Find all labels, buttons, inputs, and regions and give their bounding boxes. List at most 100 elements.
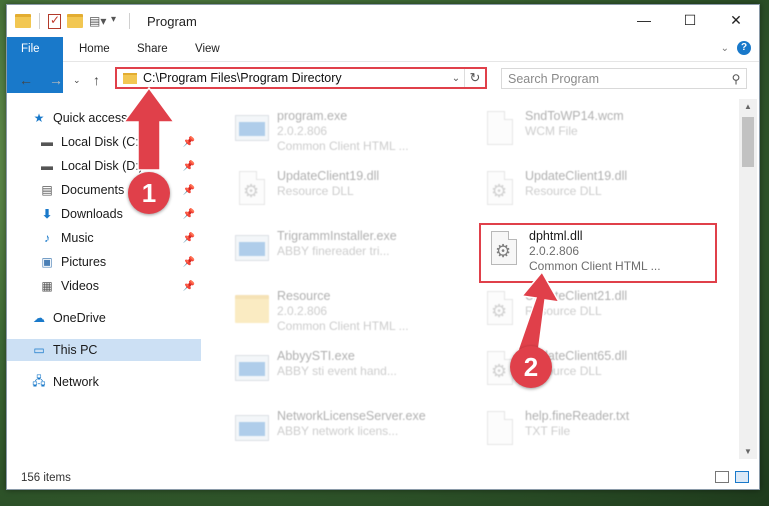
file-detail: TXT File — [525, 424, 571, 438]
sidebar-item-label: Videos — [61, 279, 99, 293]
sidebar-item-pictures[interactable]: ▣ Pictures 📌 — [7, 251, 201, 273]
sidebar-item-music[interactable]: ♪ Music 📌 — [7, 227, 201, 249]
close-button[interactable]: ✕ — [713, 5, 759, 35]
file-item[interactable]: Resource 2.0.2.806 Common Client HTML ..… — [235, 289, 475, 345]
refresh-icon[interactable]: ↻ — [464, 69, 485, 87]
scroll-up-icon[interactable]: ▲ — [739, 102, 757, 111]
pin-icon[interactable]: 📌 — [183, 233, 195, 244]
sidebar-item-onedrive[interactable]: ☁ OneDrive — [7, 307, 201, 329]
expand-ribbon-icon[interactable]: ⌄ — [721, 43, 729, 54]
customize-toolbar-icon[interactable]: ▾ — [111, 14, 121, 28]
search-box[interactable]: ⚲ — [501, 68, 747, 89]
file-detail: Resource DLL — [277, 184, 354, 198]
file-item[interactable]: SndToWP14.wcm WCM File — [483, 109, 723, 165]
large-icons-view-icon[interactable] — [735, 471, 749, 483]
file-item[interactable]: help.fineReader.txt TXT File — [483, 409, 723, 459]
file-item[interactable]: ⚙ UpdateClient19.dll Resource DLL — [483, 169, 723, 225]
new-folder-icon[interactable] — [67, 14, 83, 28]
file-name: UpdateClient19.dll — [525, 169, 628, 183]
sidebar-item-downloads[interactable]: ⬇ Downloads 📌 — [7, 203, 201, 225]
scrollbar-thumb[interactable] — [742, 117, 754, 167]
status-bar: 156 items — [7, 467, 759, 489]
document-icon — [483, 409, 517, 453]
file-item[interactable]: program.exe 2.0.2.806 Common Client HTML… — [235, 109, 475, 165]
file-item[interactable]: TrigrammInstaller.exe ABBY finereader tr… — [235, 229, 475, 285]
file-name: SndToWP14.wcm — [525, 109, 624, 123]
sidebar-item-label: OneDrive — [53, 311, 106, 325]
search-icon[interactable]: ⚲ — [726, 72, 746, 86]
app-icon — [235, 229, 269, 273]
pin-icon[interactable]: 📌 — [183, 185, 195, 196]
file-item[interactable]: NetworkLicenseServer.exe ABBY network li… — [235, 409, 475, 459]
up-arrow-icon[interactable]: ↑ — [93, 72, 100, 88]
step-1-badge: 1 — [128, 172, 170, 214]
file-name: program.exe — [277, 109, 348, 123]
folder-icon — [235, 289, 269, 333]
file-detail: Common Client HTML ... — [277, 139, 409, 153]
sidebar-item-this-pc[interactable]: ▭ This PC — [7, 339, 201, 361]
quick-access-toolbar: ▤▾ ▾ — [15, 13, 132, 29]
view-options-icon[interactable]: ▤▾ — [89, 14, 106, 28]
pin-icon[interactable]: 📌 — [183, 161, 195, 172]
pictures-icon: ▣ — [41, 255, 53, 269]
window-title: Program — [147, 14, 197, 29]
sidebar-item-network[interactable]: 🖧 Network — [7, 371, 201, 393]
recent-locations-icon[interactable]: ⌄ — [73, 75, 81, 86]
folder-icon[interactable] — [15, 14, 31, 28]
forward-arrow-icon[interactable]: → — [49, 72, 63, 88]
tab-share[interactable]: Share — [123, 37, 182, 61]
file-detail: ABBY network licens... — [277, 424, 399, 438]
star-icon: ★ — [33, 111, 45, 125]
tab-home[interactable]: Home — [65, 37, 124, 61]
network-icon: 🖧 — [32, 373, 46, 388]
maximize-button[interactable]: ☐ — [667, 5, 713, 35]
ribbon-tabs: File Home Share View ⌄ ? — [7, 37, 759, 93]
pin-icon[interactable]: 📌 — [183, 209, 195, 220]
download-icon: ⬇ — [41, 207, 53, 221]
details-view-icon[interactable] — [715, 471, 729, 483]
help-icon[interactable]: ? — [737, 41, 751, 55]
pin-icon[interactable]: 📌 — [183, 281, 195, 292]
tab-view[interactable]: View — [181, 37, 234, 61]
videos-icon: ▦ — [41, 279, 53, 293]
file-name: help.fineReader.txt — [525, 409, 630, 423]
sidebar-item-documents[interactable]: ▤ Documents 📌 — [7, 179, 201, 201]
sidebar-item-local-disk-d[interactable]: ▬ Local Disk (D:) 📌 — [7, 155, 201, 177]
minimize-button[interactable]: — — [621, 5, 667, 35]
properties-icon[interactable] — [48, 13, 61, 29]
file-name: UpdateClient21.dll — [525, 289, 628, 303]
pin-icon[interactable]: 📌 — [183, 137, 195, 148]
sidebar-item-label: Documents — [61, 183, 125, 197]
music-icon: ♪ — [44, 231, 50, 245]
sidebar-item-videos[interactable]: ▦ Videos 📌 — [7, 275, 201, 297]
file-detail: Resource DLL — [525, 184, 602, 198]
documents-icon: ▤ — [41, 183, 53, 197]
sidebar-item-label: Local Disk (C:) — [61, 135, 143, 149]
step-2-badge: 2 — [510, 346, 552, 388]
scroll-down-icon[interactable]: ▼ — [739, 447, 757, 456]
file-item[interactable]: AbbyySTI.exe ABBY sti event hand... — [235, 349, 475, 405]
file-detail: ABBY sti event hand... — [277, 364, 397, 378]
selected-file-highlight — [479, 223, 717, 283]
pin-icon[interactable]: 📌 — [183, 257, 195, 268]
drive-icon: ▬ — [41, 135, 53, 149]
sidebar-item-quick-access[interactable]: ★ Quick access — [7, 107, 201, 129]
ribbon-right-controls: ⌄ ? — [721, 41, 751, 55]
file-item[interactable]: ⚙ UpdateClient19.dll Resource DLL — [235, 169, 475, 225]
sidebar-item-label: Pictures — [61, 255, 107, 269]
drive-icon: ▬ — [41, 159, 53, 173]
chevron-down-icon[interactable]: ⌄ — [448, 73, 464, 84]
sidebar-item-local-disk-c[interactable]: ▬ Local Disk (C:) 📌 — [7, 131, 201, 153]
sidebar-item-label: This PC — [53, 343, 98, 357]
cloud-icon: ☁ — [33, 311, 45, 325]
file-detail: 2.0.2.806 — [277, 124, 328, 138]
dll-icon: ⚙ — [483, 169, 517, 213]
sidebar-item-label: Network — [53, 375, 99, 389]
back-arrow-icon[interactable]: ← — [19, 72, 33, 88]
vertical-scrollbar[interactable]: ▲ ▼ — [739, 99, 757, 459]
file-item[interactable]: ⚙ UpdateClient21.dll Resource DLL — [483, 289, 723, 345]
search-input[interactable] — [502, 70, 726, 87]
app-icon — [235, 409, 269, 453]
address-path[interactable]: C:\Program Files\Program Directory — [143, 71, 448, 85]
address-bar[interactable]: C:\Program Files\Program Directory ⌄ ↻ — [115, 67, 487, 89]
